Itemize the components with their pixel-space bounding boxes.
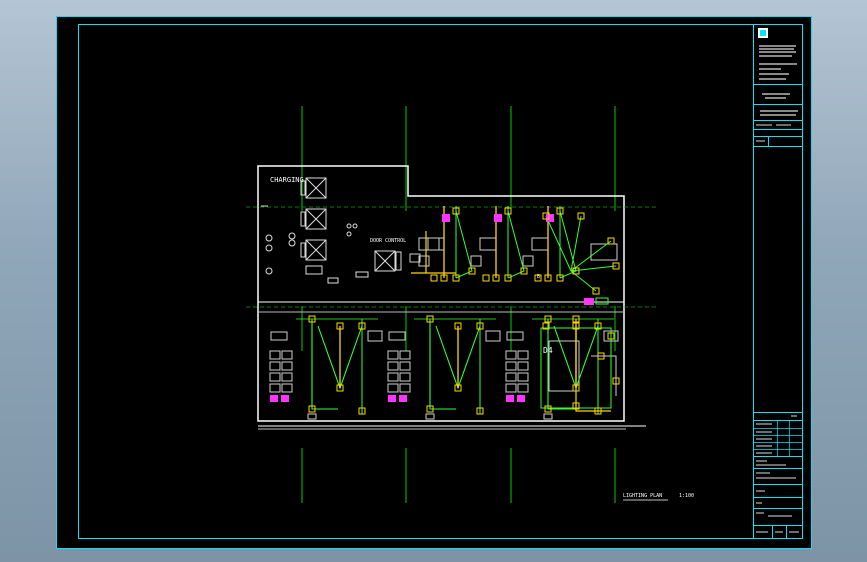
chair [522, 255, 534, 267]
desk [506, 331, 524, 341]
desk [479, 237, 497, 251]
circuit-run [311, 319, 338, 410]
chair [470, 255, 482, 267]
rack-unit [399, 350, 411, 360]
highlight-marker [584, 298, 594, 305]
circuits [296, 206, 617, 414]
desk [418, 237, 440, 251]
rack-unit [505, 350, 517, 360]
circuit-run [547, 319, 574, 410]
panel [595, 297, 609, 305]
cabinet [591, 355, 617, 396]
rack-unit [505, 361, 517, 371]
highlight-marker [399, 395, 407, 402]
rack-unit [281, 350, 293, 360]
rack-unit [505, 372, 517, 382]
rack-unit [517, 361, 529, 371]
top-left-label: CHARGING [270, 176, 304, 184]
outer-frame [56, 16, 812, 549]
desk [270, 331, 288, 341]
drawing-sheet[interactable]: CHARGING DOOR CONTROL D4 B LIGHTING PLAN… [56, 16, 812, 549]
desk [388, 331, 406, 341]
plan-caption: LIGHTING PLAN [623, 493, 662, 499]
highlight-marker [270, 395, 278, 402]
rack-unit [387, 361, 399, 371]
viewer-window: CHARGING DOOR CONTROL D4 B LIGHTING PLAN… [0, 0, 867, 562]
highlight-marker [442, 214, 450, 222]
rack-unit [387, 350, 399, 360]
floor-box [425, 413, 435, 420]
light-fixture [430, 274, 438, 282]
highlight-marker [281, 395, 289, 402]
light-fixture [482, 274, 490, 282]
highlight-marker [506, 395, 514, 402]
desk [427, 237, 445, 251]
rack-unit [505, 383, 517, 393]
equipment-room [261, 177, 402, 284]
rack-unit [269, 350, 281, 360]
rack-unit [517, 372, 529, 382]
dashed-axis-lines [246, 206, 656, 308]
drawing-canvas[interactable]: CHARGING DOOR CONTROL D4 B LIGHTING PLAN… [56, 16, 812, 549]
chair [485, 330, 501, 342]
circuit-run [429, 319, 456, 410]
circuit-run [545, 215, 572, 272]
rack-unit [281, 361, 293, 371]
corridor-label: DOOR CONTROL [370, 238, 406, 244]
building-walls [257, 165, 646, 430]
rack-unit [387, 372, 399, 382]
highlight-marker [546, 214, 554, 222]
highlight-marker [517, 395, 525, 402]
desk [531, 237, 549, 251]
rack-unit [517, 383, 529, 393]
rack-unit [387, 383, 399, 393]
rack-unit [399, 361, 411, 371]
floor-box [307, 413, 317, 420]
rack-unit [281, 383, 293, 393]
rack-unit [399, 372, 411, 382]
floor-box [543, 413, 553, 420]
plan-scale: 1:100 [679, 493, 694, 499]
rack-unit [517, 350, 529, 360]
rack-unit [269, 383, 281, 393]
circuit-run [575, 319, 611, 412]
circuit-run [570, 215, 582, 272]
rack-unit [269, 361, 281, 371]
rack-unit [269, 372, 281, 382]
rack-unit [281, 372, 293, 382]
chair [367, 330, 383, 342]
title-block [753, 24, 802, 539]
highlight-marker [388, 395, 396, 402]
rack-unit [399, 383, 411, 393]
highlight-marker [494, 214, 502, 222]
